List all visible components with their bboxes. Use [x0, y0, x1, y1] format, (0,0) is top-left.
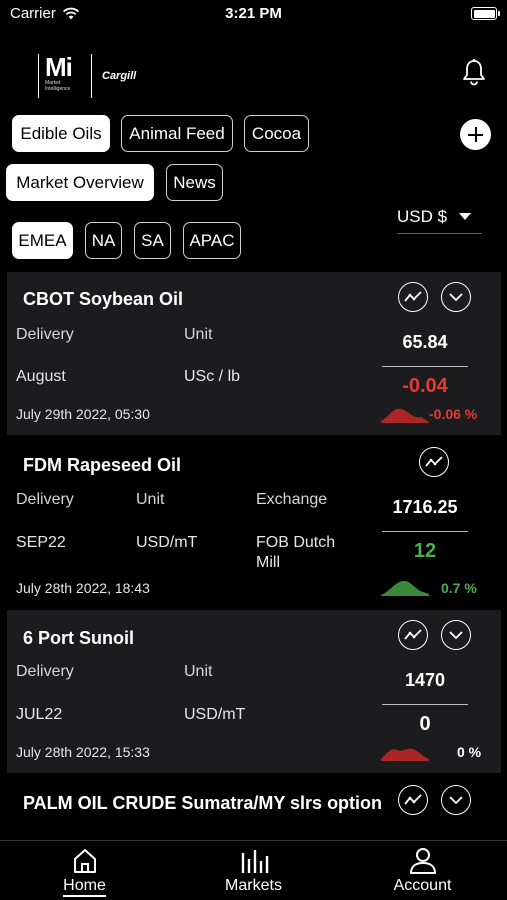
category-animal-feed[interactable]: Animal Feed — [121, 115, 233, 152]
divider — [382, 531, 468, 532]
battery-icon — [471, 7, 500, 20]
chevron-down-icon — [449, 293, 463, 301]
price-change: 12 — [413, 540, 437, 562]
user-icon — [409, 848, 436, 874]
bell-icon[interactable] — [461, 58, 487, 86]
expand-button[interactable] — [441, 282, 471, 312]
chevron-down-icon — [449, 631, 463, 639]
delivery-value: JUL22 — [16, 706, 63, 723]
tab-home[interactable]: Home — [0, 841, 169, 900]
trend-icon — [404, 629, 422, 640]
trend-chart-button[interactable] — [398, 620, 428, 650]
trend-chart-button[interactable] — [398, 282, 428, 312]
price-change-percent: -0.06 % — [429, 406, 478, 422]
trend-chart-button[interactable] — [398, 785, 428, 815]
tab-label: Home — [63, 877, 106, 897]
trend-icon — [404, 291, 422, 302]
tab-account[interactable]: Account — [338, 841, 507, 900]
currency-select[interactable]: USD $ — [397, 200, 482, 234]
region-sa[interactable]: SA — [134, 222, 171, 259]
delivery-value: SEP22 — [16, 534, 66, 551]
trend-chart-button[interactable] — [419, 447, 449, 477]
exchange-value: FOB Dutch Mill — [256, 534, 336, 571]
trend-icon — [404, 794, 422, 805]
home-icon — [73, 849, 96, 873]
currency-value: USD $ — [397, 206, 448, 226]
price-value: 65.84 — [402, 332, 448, 352]
tab-label: Account — [393, 877, 452, 894]
product-name: 6 Port Sunoil — [23, 628, 135, 648]
price-change: 0 — [419, 713, 431, 735]
update-timestamp: July 28th 2022, 18:43 — [16, 580, 150, 596]
unit-label: Unit — [136, 491, 165, 508]
delivery-label: Delivery — [16, 326, 74, 343]
chevron-down-icon — [459, 213, 472, 220]
add-icon[interactable] — [460, 119, 491, 150]
update-timestamp: July 28th 2022, 15:33 — [16, 744, 150, 760]
price-change-percent: 0 % — [457, 744, 482, 760]
unit-value: USc / lb — [184, 368, 241, 385]
delivery-label: Delivery — [16, 663, 74, 680]
delivery-value: August — [16, 368, 66, 385]
unit-label: Unit — [184, 663, 213, 680]
expand-button[interactable] — [441, 785, 471, 815]
product-name: CBOT Soybean Oil — [23, 289, 184, 309]
view-news[interactable]: News — [166, 164, 223, 201]
mi-logo: Mi Market Intelligence — [38, 54, 92, 98]
region-apac[interactable]: APAC — [183, 222, 241, 259]
product-card-palm-oil-crude[interactable]: PALM OIL CRUDE Sumatra/MY slrs option — [7, 775, 501, 840]
expand-button[interactable] — [441, 620, 471, 650]
price-change-percent: 0.7 % — [441, 580, 477, 596]
divider — [382, 366, 468, 367]
tab-markets[interactable]: Markets — [169, 841, 338, 900]
product-card-6-port-sunoil[interactable]: 6 Port Sunoil Delivery Unit JUL22 USD/mT… — [7, 610, 501, 773]
product-card-fdm-rapeseed-oil[interactable]: FDM Rapeseed Oil Delivery Unit Exchange … — [7, 437, 501, 606]
price-value: 1470 — [404, 670, 446, 690]
region-emea[interactable]: EMEA — [12, 222, 73, 259]
brand-logo: Mi Market Intelligence Cargill — [38, 54, 136, 98]
category-cocoa[interactable]: Cocoa — [244, 115, 309, 152]
sparkline — [381, 748, 429, 761]
exchange-label: Exchange — [256, 491, 328, 508]
chevron-down-icon — [449, 796, 463, 804]
price-change: -0.04 — [402, 375, 448, 397]
product-card-cbot-soybean-oil[interactable]: CBOT Soybean Oil Delivery Unit August US… — [7, 272, 501, 435]
update-timestamp: July 29th 2022, 05:30 — [16, 406, 150, 422]
region-na[interactable]: NA — [85, 222, 122, 259]
unit-label: Unit — [184, 326, 213, 343]
product-name: PALM OIL CRUDE Sumatra/MY slrs option — [23, 793, 383, 813]
tab-label: Markets — [225, 877, 282, 894]
status-bar: Carrier 3:21 PM — [0, 0, 507, 30]
clock: 3:21 PM — [225, 5, 282, 22]
unit-value: USD/mT — [184, 706, 246, 723]
unit-value: USD/mT — [136, 534, 198, 551]
delivery-label: Delivery — [16, 491, 74, 508]
bar-chart-icon — [241, 850, 268, 873]
cargill-logo: Cargill — [102, 70, 137, 82]
category-edible-oils[interactable]: Edible Oils — [12, 115, 110, 152]
tab-bar: Home Markets Account — [0, 840, 507, 900]
price-value: 1716.25 — [392, 497, 458, 517]
product-name: FDM Rapeseed Oil — [23, 455, 182, 475]
trend-icon — [425, 456, 443, 467]
sparkline — [381, 408, 429, 423]
sparkline — [381, 580, 429, 596]
divider — [382, 704, 468, 705]
view-market-overview[interactable]: Market Overview — [6, 164, 154, 201]
